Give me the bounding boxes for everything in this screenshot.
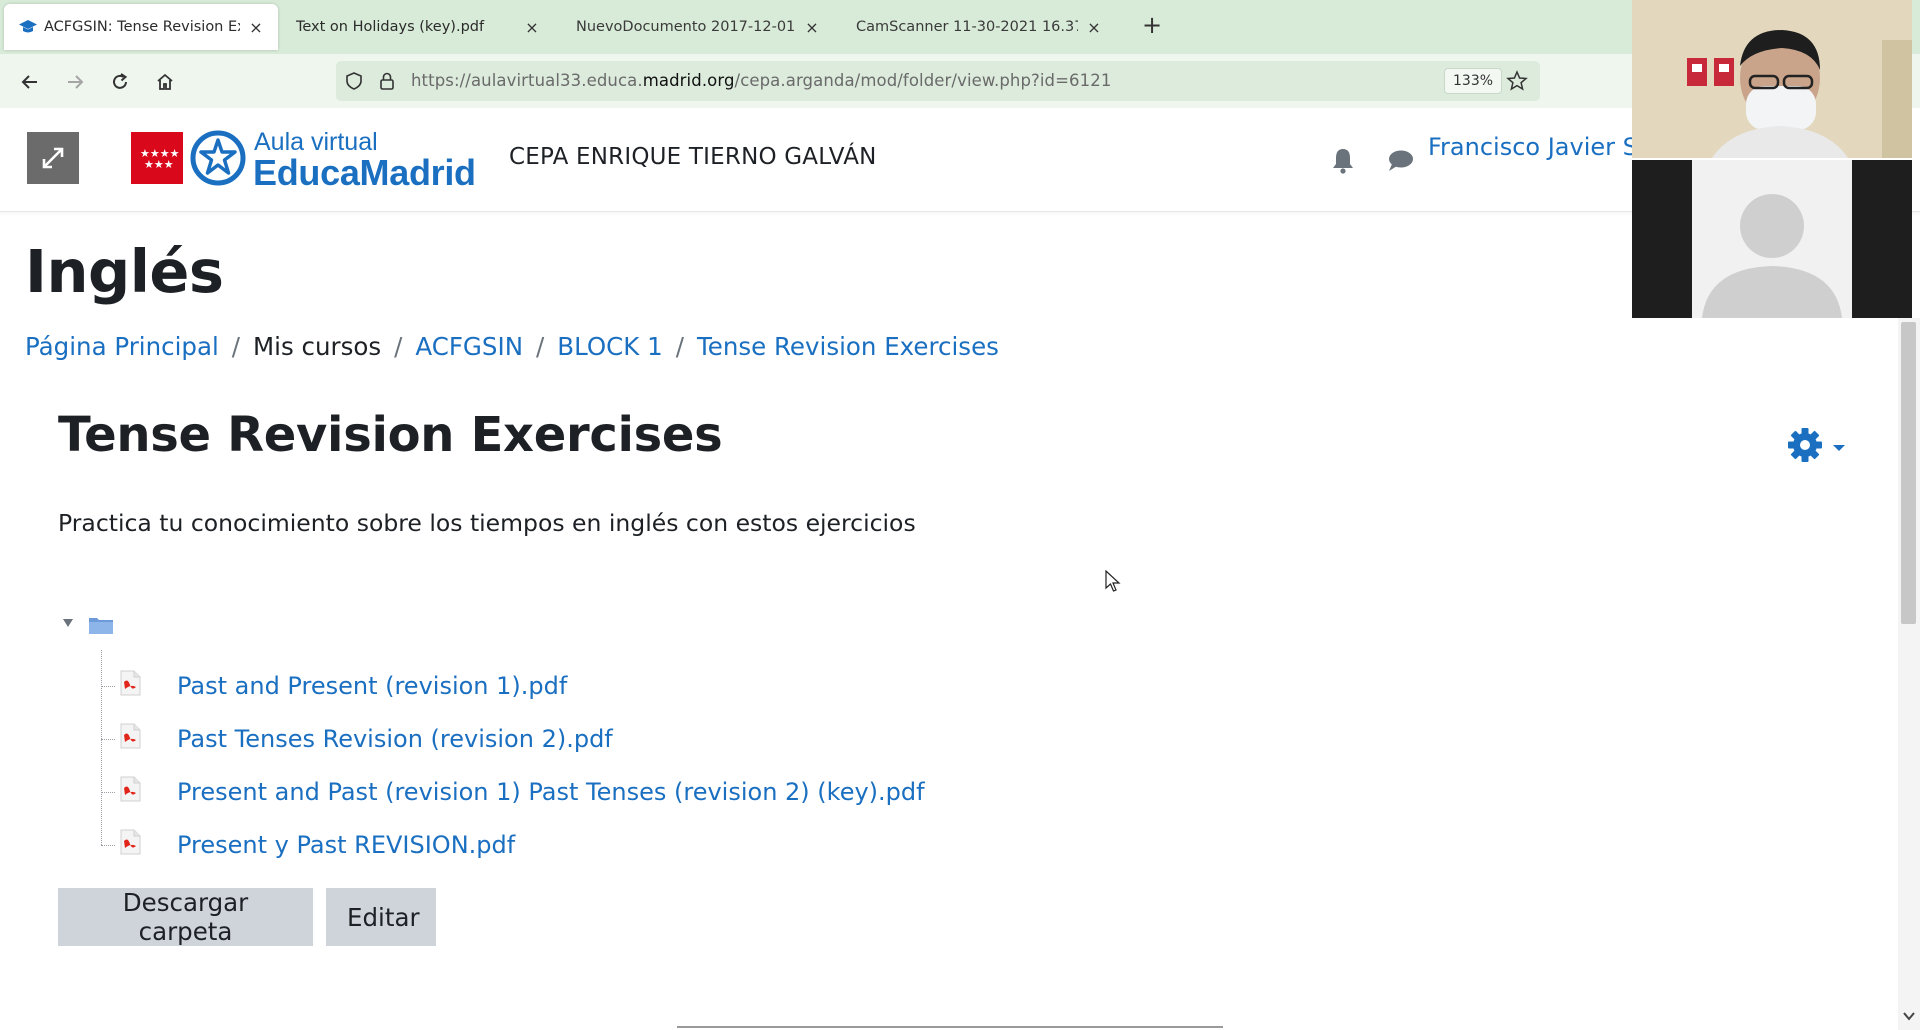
- url-text[interactable]: https://aulavirtual33.educa.madrid.org/c…: [411, 71, 1111, 90]
- tree-branch: [101, 792, 115, 793]
- tab-camscanner[interactable]: CamScanner 11-30-2021 16.37 - Ho ×: [842, 4, 1116, 50]
- tab-acfgsin[interactable]: ACFGSIN: Tense Revision Exerci ×: [4, 4, 278, 50]
- collapse-triangle-icon[interactable]: [62, 617, 74, 629]
- tree-branch: [101, 845, 115, 846]
- graduation-cap-icon: [19, 20, 37, 33]
- actions-menu-button[interactable]: [1785, 425, 1851, 465]
- tab-text-on-holidays[interactable]: Text on Holidays (key).pdf ×: [282, 4, 554, 50]
- arrow-right-icon: [68, 75, 84, 89]
- scrollbar-thumb[interactable]: [1901, 322, 1916, 624]
- page-scrollbar[interactable]: [1898, 318, 1920, 1030]
- pdf-file-icon: [120, 829, 141, 855]
- tab-close-icon[interactable]: ×: [1084, 18, 1104, 37]
- folder-tree: Past and Present (revision 1).pdf Past T…: [60, 612, 960, 862]
- activity-title: Tense Revision Exercises: [58, 407, 723, 463]
- breadcrumb-separator: /: [536, 332, 545, 361]
- tab-close-icon[interactable]: ×: [522, 18, 542, 37]
- breadcrumb-activity-link[interactable]: Tense Revision Exercises: [697, 332, 999, 361]
- tab-close-icon[interactable]: ×: [802, 18, 822, 37]
- breadcrumb-separator: /: [394, 332, 403, 361]
- tree-branch: [101, 686, 115, 687]
- new-tab-button[interactable]: +: [1138, 12, 1166, 40]
- footer-divider: [677, 1026, 1223, 1028]
- zoom-level-badge[interactable]: 133%: [1444, 68, 1503, 94]
- bell-icon[interactable]: [1330, 146, 1356, 174]
- pdf-file-icon: [120, 670, 141, 696]
- pdf-file-icon: [120, 723, 141, 749]
- arrow-left-icon: [21, 75, 37, 89]
- folder-icon[interactable]: [88, 615, 114, 635]
- mouse-cursor-icon: [1105, 570, 1121, 592]
- pdf-file-icon: [120, 776, 141, 802]
- home-button[interactable]: [150, 67, 180, 97]
- breadcrumb-my-courses: Mis cursos: [253, 332, 382, 361]
- tab-title: Text on Holidays (key).pdf: [296, 19, 485, 35]
- tab-title: CamScanner 11-30-2021 16.37 - Ho: [856, 19, 1078, 35]
- video-call-panel: [1632, 0, 1912, 318]
- chat-bubble-icon[interactable]: [1386, 148, 1414, 174]
- educamadrid-logo-icon[interactable]: [190, 130, 246, 186]
- file-link[interactable]: Past Tenses Revision (revision 2).pdf: [177, 725, 613, 753]
- breadcrumb-separator: /: [231, 332, 241, 361]
- star-icon[interactable]: [1506, 70, 1528, 92]
- fullscreen-toggle-button[interactable]: [27, 132, 79, 184]
- scroll-down-arrow-icon[interactable]: [1901, 1008, 1917, 1024]
- avatar-frame: [1692, 160, 1852, 318]
- file-item[interactable]: Past and Present (revision 1).pdf: [101, 666, 901, 706]
- camera-person-icon: [1632, 0, 1912, 158]
- edit-button[interactable]: Editar: [326, 888, 436, 946]
- breadcrumb-course-link[interactable]: ACFGSIN: [415, 332, 523, 361]
- caret-down-icon: [1833, 445, 1845, 451]
- file-item[interactable]: Present and Past (revision 1) Past Tense…: [101, 772, 925, 812]
- logo-educamadrid[interactable]: EducaMadrid: [253, 152, 476, 194]
- download-folder-button[interactable]: Descargar carpeta: [58, 888, 313, 946]
- participant-camera-feed: [1632, 0, 1912, 158]
- address-bar[interactable]: https://aulavirtual33.educa.madrid.org/c…: [336, 61, 1540, 101]
- url-path: /cepa.arganda/mod/folder/view.php?id=612…: [734, 71, 1112, 90]
- expand-icon: [42, 147, 64, 169]
- shield-icon[interactable]: [344, 71, 364, 91]
- site-name[interactable]: CEPA ENRIQUE TIERNO GALVÁN: [509, 144, 877, 170]
- comunidad-madrid-logo[interactable]: ★★★★ ★★★: [131, 132, 183, 184]
- participant-placeholder-tile: [1632, 160, 1912, 318]
- user-menu-name[interactable]: Francisco Javier Se: [1428, 133, 1653, 161]
- file-item[interactable]: Present y Past REVISION.pdf: [101, 825, 901, 865]
- url-domain: madrid.org: [642, 71, 735, 90]
- url-prefix: https://aulavirtual33.educa.: [411, 71, 643, 90]
- default-avatar-icon: [1702, 194, 1842, 318]
- lock-icon[interactable]: [378, 71, 396, 91]
- tab-close-icon[interactable]: ×: [246, 18, 266, 37]
- reload-button[interactable]: [105, 67, 135, 97]
- file-link[interactable]: Present y Past REVISION.pdf: [177, 831, 515, 859]
- tab-title: ACFGSIN: Tense Revision Exerci: [44, 19, 240, 35]
- breadcrumb-home-link[interactable]: Página Principal: [25, 332, 219, 361]
- file-item[interactable]: Past Tenses Revision (revision 2).pdf: [101, 719, 901, 759]
- home-icon: [157, 73, 173, 90]
- tab-nuevodocumento[interactable]: NuevoDocumento 2017-12-01 - Te ×: [562, 4, 834, 50]
- stars-icon: ★★★★ ★★★: [140, 147, 180, 171]
- reload-icon: [113, 73, 128, 89]
- breadcrumb-section-link[interactable]: BLOCK 1: [557, 332, 662, 361]
- back-button[interactable]: [15, 67, 45, 97]
- breadcrumb: Página Principal / Mis cursos / ACFGSIN / BLOC…: [25, 332, 999, 361]
- tab-title: NuevoDocumento 2017-12-01 - Te: [576, 19, 796, 35]
- file-link[interactable]: Past and Present (revision 1).pdf: [177, 672, 567, 700]
- page-heading: Inglés: [25, 237, 224, 306]
- activity-intro: Practica tu conocimiento sobre los tiemp…: [58, 509, 916, 537]
- tree-branch: [101, 739, 115, 740]
- breadcrumb-separator: /: [675, 332, 684, 361]
- file-link[interactable]: Present and Past (revision 1) Past Tense…: [177, 778, 925, 806]
- gear-icon: [1788, 428, 1822, 462]
- forward-button[interactable]: [60, 67, 90, 97]
- svg-text:★★★: ★★★: [144, 158, 174, 171]
